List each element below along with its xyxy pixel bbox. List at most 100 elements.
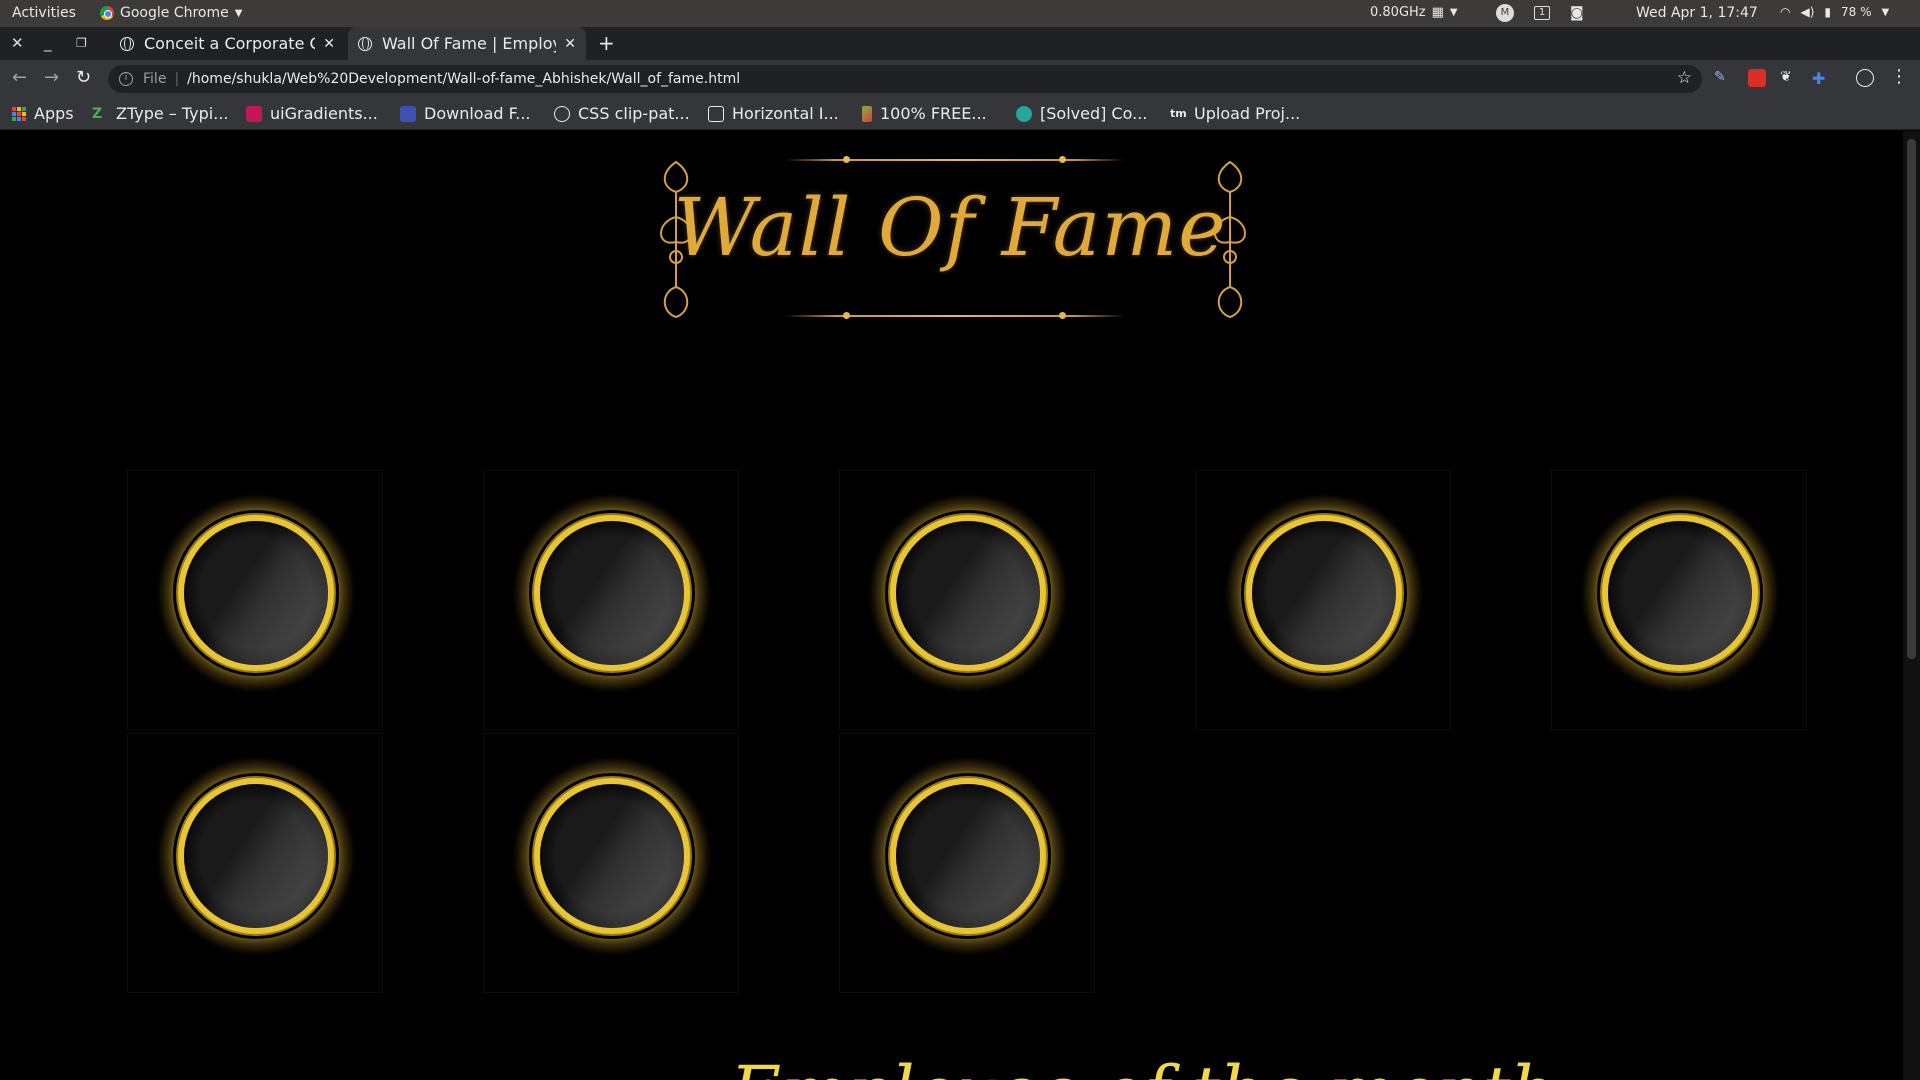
bookmark-label: 100% FREE...	[880, 104, 987, 123]
gold-medal-frame	[868, 756, 1068, 956]
tab-conceit[interactable]: Conceit a Corporate C ✕	[110, 27, 345, 60]
employee-card[interactable]	[1551, 470, 1807, 730]
bookmark-uigradients[interactable]: uiGradients...	[246, 104, 378, 123]
page-scrollbar[interactable]	[1903, 131, 1920, 1080]
bookmark-upload[interactable]: tm Upload Proj...	[1170, 104, 1300, 123]
apps-grid-icon	[12, 106, 26, 121]
ornament-dot	[843, 312, 850, 319]
tab-title: Conceit a Corporate C	[144, 34, 316, 53]
page-title: Wall Of Fame	[673, 181, 1227, 274]
gold-medal-frame	[156, 756, 356, 956]
bookmark-solved[interactable]: [Solved] Co...	[1016, 104, 1147, 123]
employee-card[interactable]	[483, 733, 739, 993]
portrait-ring	[896, 784, 1040, 928]
solved-icon	[1016, 105, 1032, 122]
new-tab-button[interactable]: +	[598, 31, 615, 55]
red-extension-icon[interactable]	[1748, 69, 1766, 87]
clock[interactable]: Wed Apr 1, 17:47	[1636, 5, 1758, 21]
employee-card[interactable]	[1195, 470, 1451, 730]
bookmark-ztype[interactable]: Z ZType – Typi...	[92, 104, 229, 123]
tab-close-icon[interactable]: ✕	[564, 36, 576, 52]
portrait-ring	[1608, 521, 1752, 665]
uigradients-icon	[246, 105, 262, 122]
gold-medal-frame	[868, 493, 1068, 693]
reload-icon[interactable]: ↻	[76, 67, 91, 88]
wifi-icon: ◠	[1780, 5, 1791, 19]
portrait-ring	[896, 521, 1040, 665]
gold-medal-frame	[512, 756, 712, 956]
tray-app-icon[interactable]: M	[1496, 4, 1514, 22]
free-icon	[862, 105, 872, 122]
employee-card[interactable]	[127, 470, 383, 730]
bookmark-css-clip-path[interactable]: CSS clip-pat...	[554, 104, 690, 123]
scrollbar-thumb[interactable]	[1907, 139, 1916, 659]
tab-close-icon[interactable]: ✕	[323, 36, 335, 52]
bookmark-label: Horizontal I...	[732, 104, 839, 123]
bookmark-apps[interactable]: Apps	[12, 104, 74, 123]
bookmark-label: uiGradients...	[270, 104, 378, 123]
window-restore-icon[interactable]: ❐	[76, 36, 87, 50]
globe-icon	[120, 36, 134, 51]
gold-medal-frame	[1580, 493, 1780, 693]
ornament-line-bottom	[785, 315, 1125, 317]
bookmark-star-icon[interactable]: ☆	[1677, 68, 1692, 88]
bookmark-horizontal[interactable]: Horizontal I...	[708, 104, 839, 123]
portrait-ring	[540, 521, 684, 665]
chip-icon: ▦	[1431, 5, 1444, 20]
plus-extension-icon[interactable]: ✚	[1812, 69, 1830, 88]
cpu-indicator[interactable]: 0.80GHz ▦ ▼	[1370, 5, 1458, 20]
app-menu[interactable]: Google Chrome ▼	[100, 5, 242, 21]
window-minimize-icon[interactable]: _	[44, 34, 52, 52]
tab-wall-of-fame[interactable]: Wall Of Fame | Employ ✕	[348, 27, 586, 60]
page-viewport: Wall Of Fame Employee of the month	[0, 131, 1903, 1080]
gold-medal-frame	[156, 493, 356, 693]
screenshot-icon[interactable]: ◙	[1570, 5, 1584, 21]
ornament-dot	[1059, 156, 1066, 163]
activities-button[interactable]: Activities	[12, 5, 76, 21]
bookmark-download[interactable]: Download F...	[400, 104, 531, 123]
forward-arrow-icon[interactable]: →	[44, 67, 59, 88]
bookmark-100-free[interactable]: 100% FREE...	[862, 104, 987, 123]
workspace-indicator[interactable]: 1	[1534, 6, 1550, 20]
portrait-ring	[540, 784, 684, 928]
chrome-icon	[100, 6, 114, 20]
caret-down-icon: ▼	[234, 7, 243, 19]
app-menu-label: Google Chrome	[120, 5, 229, 21]
ornament-line-top	[785, 159, 1125, 161]
clippath-icon	[554, 105, 570, 122]
window-close-icon[interactable]: ✕	[11, 34, 24, 52]
bookmark-label: CSS clip-pat...	[578, 104, 690, 123]
employee-card[interactable]	[483, 470, 739, 730]
tray-icons: M 1 ◙	[1496, 4, 1584, 22]
portrait-ring	[184, 784, 328, 928]
employee-card[interactable]	[839, 470, 1095, 730]
employee-card[interactable]	[839, 733, 1095, 993]
kebab-menu-icon[interactable]: ⋮	[1890, 66, 1908, 87]
pen-extension-icon[interactable]: ✎	[1714, 69, 1732, 87]
portrait-ring	[184, 521, 328, 665]
battery-level: 78 %	[1841, 5, 1872, 19]
bookmark-label: [Solved] Co...	[1040, 104, 1148, 123]
section-heading: Employee of the month	[730, 1051, 1555, 1080]
info-icon[interactable]: i	[119, 72, 133, 86]
globe-icon	[358, 36, 372, 51]
tab-strip: ✕ _ ❐ Conceit a Corporate C ✕ Wall Of Fa…	[0, 27, 1920, 60]
url-scheme: File	[143, 71, 167, 87]
bookmark-label: Upload Proj...	[1194, 104, 1301, 123]
extension-icon[interactable]: ❦	[1780, 69, 1798, 87]
horizontal-icon	[708, 105, 724, 122]
url-text[interactable]: /home/shukla/Web%20Development/Wall-of-f…	[187, 71, 740, 87]
employee-card[interactable]	[127, 733, 383, 993]
url-separator: |	[174, 71, 180, 87]
address-bar[interactable]: i File | /home/shukla/Web%20Development/…	[108, 65, 1702, 93]
bookmark-label: Download F...	[424, 104, 531, 123]
os-top-bar: Activities Google Chrome ▼ 0.80GHz ▦ ▼ M…	[0, 0, 1920, 27]
system-menu[interactable]: ◠ ◀) ▮ 78 % ▼	[1780, 5, 1889, 19]
caret-down-icon: ▼	[1881, 6, 1890, 18]
profile-avatar-icon[interactable]	[1856, 69, 1874, 87]
back-arrow-icon[interactable]: ←	[12, 67, 27, 88]
download-icon	[400, 105, 416, 122]
battery-icon: ▮	[1824, 5, 1832, 19]
ornament-dot	[1059, 312, 1066, 319]
bookmarks-bar: Apps Z ZType – Typi... uiGradients... Do…	[0, 97, 1920, 130]
